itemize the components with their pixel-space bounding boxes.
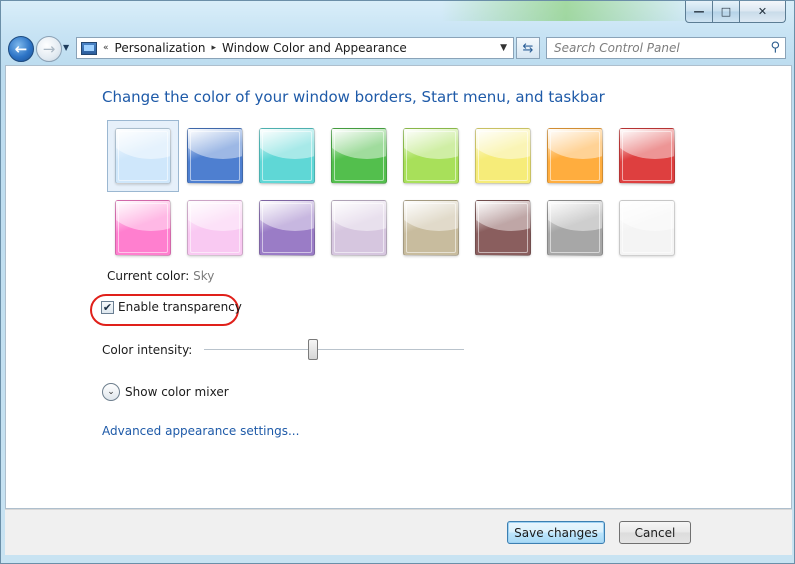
refresh-button[interactable]: ⇆ xyxy=(516,37,540,59)
color-swatch-tile xyxy=(331,128,387,184)
transparency-label[interactable]: Enable transparency xyxy=(118,300,242,314)
search-placeholder: Search Control Panel xyxy=(554,41,680,55)
color-swatch-tile xyxy=(115,200,171,256)
refresh-icon: ⇆ xyxy=(522,40,534,56)
color-swatch-fuchsia[interactable] xyxy=(107,192,179,264)
color-intensity-track[interactable] xyxy=(204,349,464,351)
color-swatch-ruby[interactable] xyxy=(611,120,683,192)
color-swatch-twilight[interactable] xyxy=(179,120,251,192)
color-swatch-pumpkin[interactable] xyxy=(539,120,611,192)
color-intensity-label: Color intensity: xyxy=(102,343,193,357)
chevron-down-icon[interactable]: ⌄ xyxy=(102,383,120,401)
footer-bar: Save changes Cancel xyxy=(5,509,792,555)
color-swatch-lavender[interactable] xyxy=(323,192,395,264)
window-frame: — □ ✕ ← → ▼ « Personalization ▸ Window C… xyxy=(0,0,795,564)
breadcrumb-separator-icon[interactable]: ▸ xyxy=(212,43,217,53)
search-icon[interactable]: ⚲ xyxy=(770,40,780,55)
color-swatch-leaf[interactable] xyxy=(323,120,395,192)
breadcrumb-window-color[interactable]: Window Color and Appearance xyxy=(222,41,407,55)
current-color-label: Current color: xyxy=(107,269,190,283)
show-color-mixer-label[interactable]: Show color mixer xyxy=(125,385,229,399)
transparency-checkbox[interactable]: ✔ xyxy=(101,300,114,314)
color-swatch-taupe[interactable] xyxy=(395,192,467,264)
current-color-text: Current color: Sky xyxy=(107,269,214,283)
color-swatch-blush[interactable] xyxy=(179,192,251,264)
color-swatch-slate[interactable] xyxy=(539,192,611,264)
control-panel-icon xyxy=(81,41,97,55)
close-button[interactable]: ✕ xyxy=(740,1,786,23)
advanced-appearance-link[interactable]: Advanced appearance settings... xyxy=(102,424,299,438)
current-color-value: Sky xyxy=(193,269,215,283)
color-swatch-chocolate[interactable] xyxy=(467,192,539,264)
color-swatch-lightning[interactable] xyxy=(467,120,539,192)
overflow-chevron-icon[interactable]: « xyxy=(103,43,109,53)
address-bar[interactable]: « Personalization ▸ Window Color and App… xyxy=(76,37,514,59)
color-swatch-sea[interactable] xyxy=(251,120,323,192)
enable-transparency-option[interactable]: ✔ Enable transparency xyxy=(101,300,242,314)
color-swatch-tile xyxy=(403,200,459,256)
breadcrumb-personalization[interactable]: Personalization xyxy=(115,41,206,55)
color-swatch-violet[interactable] xyxy=(251,192,323,264)
color-swatch-tile xyxy=(547,200,603,256)
arrow-right-icon: → xyxy=(42,40,56,58)
color-swatch-lime[interactable] xyxy=(395,120,467,192)
color-swatch-tile xyxy=(115,128,171,184)
color-swatch-tile xyxy=(403,128,459,184)
color-swatch-tile xyxy=(187,200,243,256)
arrow-left-icon: ← xyxy=(14,40,28,58)
color-swatch-tile xyxy=(547,128,603,184)
content-pane: Change the color of your window borders,… xyxy=(5,65,792,509)
color-swatch-tile xyxy=(187,128,243,184)
color-swatch-tile xyxy=(475,200,531,256)
back-button[interactable]: ← xyxy=(8,36,34,62)
maximize-button[interactable]: □ xyxy=(713,1,740,23)
color-swatch-tile xyxy=(619,200,675,256)
color-swatch-sky[interactable] xyxy=(107,120,179,192)
forward-button[interactable]: → xyxy=(36,36,62,62)
search-input[interactable]: Search Control Panel ⚲ xyxy=(546,37,786,59)
address-dropdown-icon[interactable]: ▼ xyxy=(500,43,507,53)
window-controls: — □ ✕ xyxy=(685,1,786,23)
recent-pages-dropdown[interactable]: ▼ xyxy=(63,43,69,52)
color-intensity-thumb[interactable] xyxy=(308,339,319,360)
titlebar-glow xyxy=(441,1,691,21)
show-color-mixer-toggle[interactable]: ⌄ Show color mixer xyxy=(102,383,229,401)
color-swatch-tile xyxy=(259,128,315,184)
save-changes-button[interactable]: Save changes xyxy=(507,521,605,544)
color-swatch-tile xyxy=(259,200,315,256)
page-title: Change the color of your window borders,… xyxy=(102,88,605,106)
color-swatch-frost[interactable] xyxy=(611,192,683,264)
color-swatch-tile xyxy=(475,128,531,184)
color-swatch-tile xyxy=(619,128,675,184)
color-swatch-tile xyxy=(331,200,387,256)
cancel-button[interactable]: Cancel xyxy=(619,521,691,544)
minimize-button[interactable]: — xyxy=(685,1,713,23)
